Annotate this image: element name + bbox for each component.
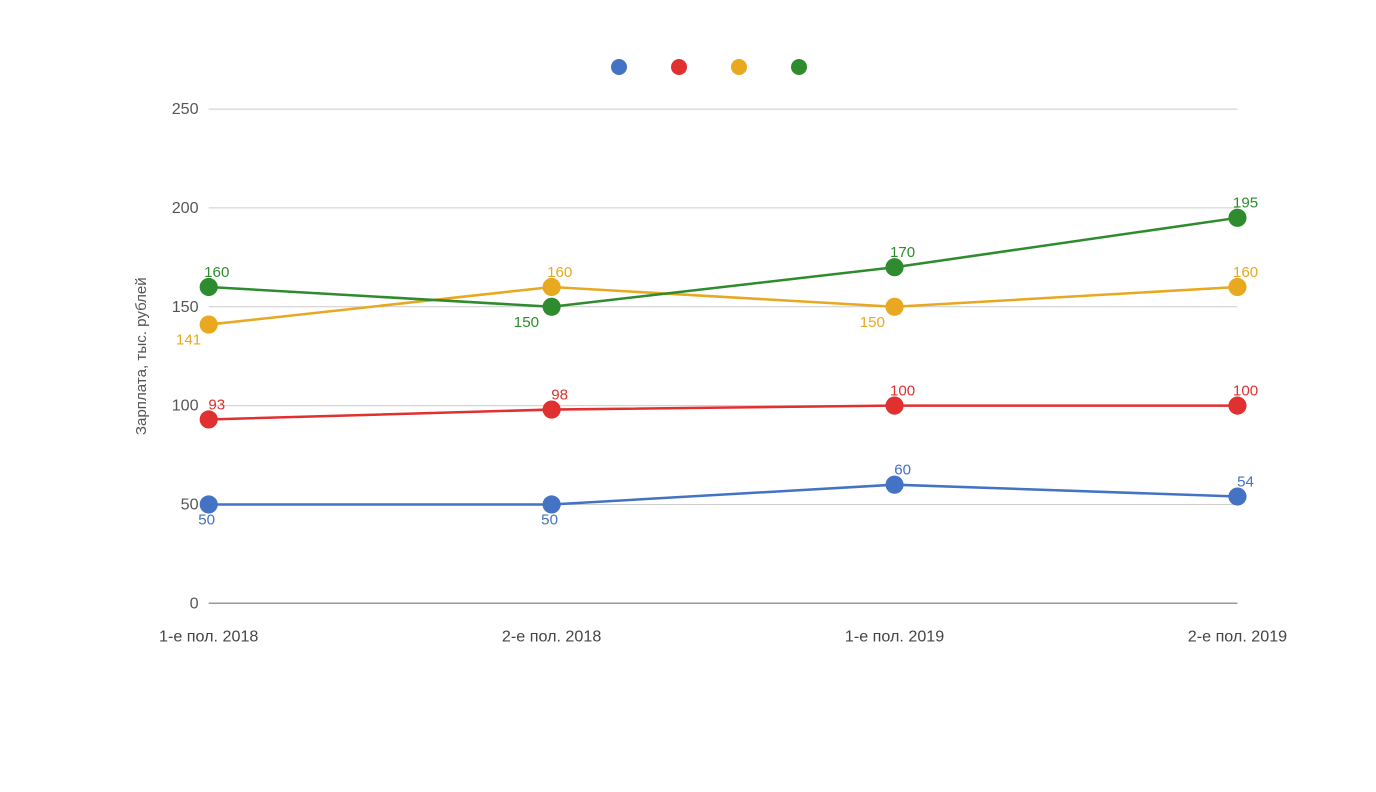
svg-text:195: 195 <box>1233 195 1258 212</box>
legend-dot-senior <box>731 59 747 75</box>
chart-container: 0 50 100 150 200 250 1-е пол. 2018 2-е пол. 201… <box>38 21 1338 771</box>
svg-text:100: 100 <box>1233 383 1258 400</box>
legend-dot-junior <box>611 59 627 75</box>
svg-text:170: 170 <box>890 244 915 261</box>
svg-text:1-е пол. 2019: 1-е пол. 2019 <box>845 628 944 646</box>
legend-dot-middle <box>671 59 687 75</box>
svg-text:50: 50 <box>198 512 215 529</box>
svg-text:150: 150 <box>860 314 885 331</box>
svg-text:160: 160 <box>204 264 229 281</box>
legend-item-lead <box>791 59 815 75</box>
svg-text:160: 160 <box>1233 264 1258 281</box>
svg-text:50: 50 <box>541 512 558 529</box>
svg-text:54: 54 <box>1237 473 1254 490</box>
svg-text:200: 200 <box>172 199 199 217</box>
svg-text:100: 100 <box>172 397 199 415</box>
legend-item-middle <box>671 59 695 75</box>
svg-text:0: 0 <box>190 594 199 612</box>
svg-text:60: 60 <box>894 462 911 479</box>
svg-text:100: 100 <box>890 383 915 400</box>
svg-text:150: 150 <box>172 298 199 316</box>
legend <box>128 59 1298 75</box>
svg-text:150: 150 <box>514 314 539 331</box>
svg-text:2-е пол. 2018: 2-е пол. 2018 <box>502 628 601 646</box>
svg-text:98: 98 <box>551 386 568 403</box>
svg-text:141: 141 <box>176 332 201 349</box>
legend-dot-lead <box>791 59 807 75</box>
svg-text:93: 93 <box>208 396 225 413</box>
legend-item-junior <box>611 59 635 75</box>
svg-text:1-е пол. 2018: 1-е пол. 2018 <box>159 628 258 646</box>
svg-text:250: 250 <box>172 100 199 118</box>
svg-text:50: 50 <box>181 495 199 513</box>
svg-text:Зарплата, тыс. рублей: Зарплата, тыс. рублей <box>133 277 150 435</box>
svg-text:2-е пол. 2019: 2-е пол. 2019 <box>1188 628 1287 646</box>
svg-text:160: 160 <box>547 264 572 281</box>
legend-item-senior <box>731 59 755 75</box>
main-chart: 0 50 100 150 200 250 1-е пол. 2018 2-е пол. 201… <box>128 99 1298 664</box>
